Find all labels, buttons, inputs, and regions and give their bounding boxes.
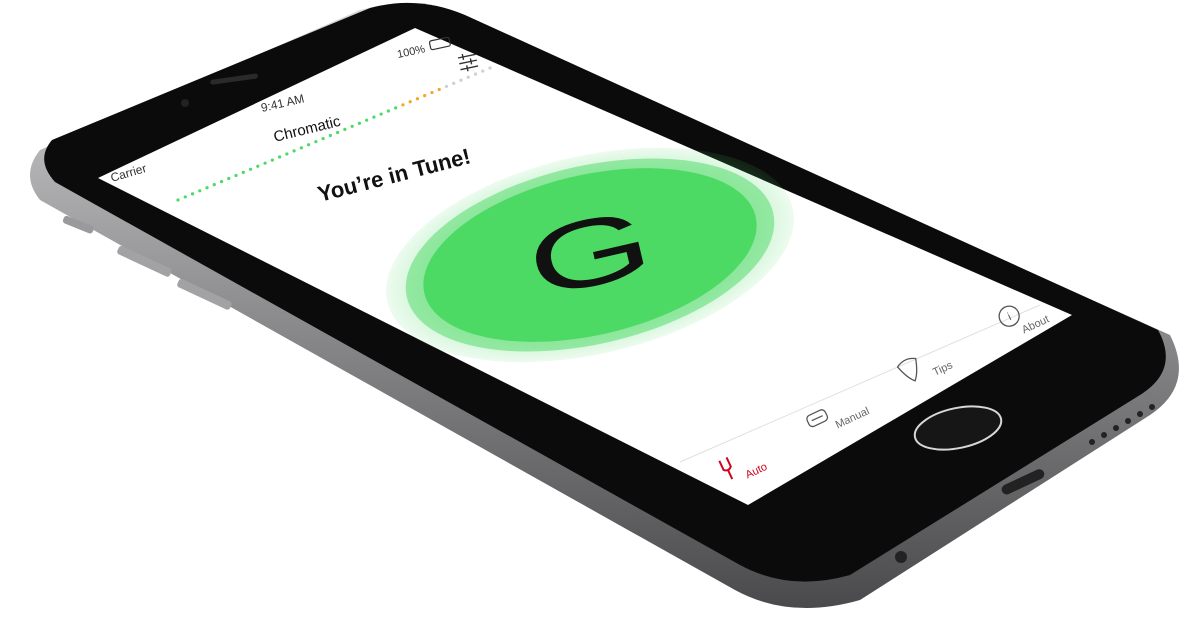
meter-dot: [190, 192, 195, 196]
meter-dot: [459, 78, 463, 82]
meter-dot: [299, 146, 303, 150]
meter-dot: [292, 149, 296, 153]
meter-dot: [234, 173, 238, 178]
meter-dot: [277, 155, 282, 159]
meter-dot: [488, 66, 492, 70]
meter-dot: [481, 69, 485, 73]
meter-dot: [452, 81, 456, 85]
meter-dot: [473, 72, 478, 76]
meter-dot: [263, 161, 267, 165]
meter-dot: [183, 195, 187, 199]
front-camera: [181, 99, 189, 107]
meter-dot: [365, 118, 369, 122]
meter-dot: [343, 127, 347, 131]
product-shot: Carrier 9:41 AM 100% Chromatic You’re in…: [0, 0, 1200, 630]
meter-dot: [437, 87, 441, 92]
meter-dot: [379, 112, 383, 116]
meter-dot: [415, 97, 420, 101]
meter-dot: [423, 94, 427, 98]
meter-dot: [285, 152, 289, 156]
meter-dot: [430, 90, 434, 95]
meter-dot: [307, 143, 311, 147]
meter-dot: [466, 75, 470, 79]
meter-dot: [444, 84, 449, 89]
meter-dot: [372, 115, 376, 119]
meter-dot: [328, 133, 332, 138]
meter-dot: [321, 137, 325, 141]
meter-dot: [270, 158, 274, 162]
meter-dot: [394, 106, 398, 110]
meter-dot: [408, 100, 412, 104]
headphone-jack: [895, 551, 907, 563]
meter-dot: [357, 121, 361, 125]
meter-dot: [241, 170, 245, 174]
meter-dot: [212, 183, 216, 187]
meter-dot: [336, 130, 340, 135]
meter-dot: [314, 140, 318, 144]
meter-dot: [205, 186, 209, 190]
meter-dot: [227, 176, 231, 181]
meter-dot: [198, 189, 202, 193]
meter-dot: [248, 167, 253, 171]
meter-dot: [256, 164, 260, 168]
iphone-device: Carrier 9:41 AM 100% Chromatic You’re in…: [30, 2, 1179, 608]
meter-dot: [350, 124, 354, 128]
meter-dot: [219, 179, 224, 184]
meter-dot: [386, 109, 391, 113]
meter-dot: [401, 103, 405, 107]
meter-dot: [176, 198, 180, 202]
